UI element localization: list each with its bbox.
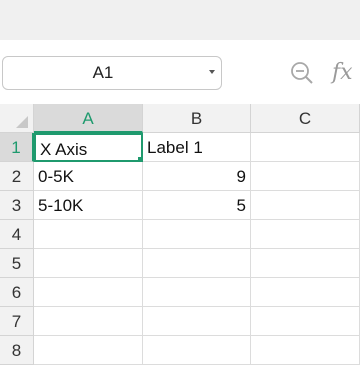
row-header-5[interactable]: 5: [0, 249, 34, 278]
cell-a3[interactable]: 5-10K: [34, 191, 143, 220]
select-all-icon: [16, 116, 28, 128]
row-header-3[interactable]: 3: [0, 191, 34, 220]
column-header-b[interactable]: B: [143, 104, 251, 133]
cell-c5[interactable]: [251, 249, 360, 278]
cell-b2[interactable]: 9: [143, 162, 251, 191]
cell-b6[interactable]: [143, 278, 251, 307]
name-box-value: A1: [92, 63, 114, 82]
cell-c1[interactable]: [251, 133, 360, 162]
cell-b3[interactable]: 5: [143, 191, 251, 220]
row-header-6[interactable]: 6: [0, 278, 34, 307]
select-all-corner[interactable]: [0, 104, 34, 133]
cell-value: 9: [236, 167, 246, 186]
zoom-icon[interactable]: [290, 61, 314, 85]
cell-value: 0-5K: [38, 167, 74, 186]
cell-c8[interactable]: [251, 336, 360, 365]
cell-a5[interactable]: [34, 249, 143, 278]
column-header-a[interactable]: A: [34, 104, 143, 133]
cell-a6[interactable]: [34, 278, 143, 307]
row-header-7[interactable]: 7: [0, 307, 34, 336]
ribbon-area: [0, 0, 360, 40]
cell-b1[interactable]: Label 1: [143, 133, 251, 162]
column-header-c[interactable]: C: [251, 104, 360, 133]
cell-b4[interactable]: [143, 220, 251, 249]
cell-value: Label 1: [147, 138, 203, 157]
name-box[interactable]: A1: [2, 56, 222, 90]
cell-a1[interactable]: X Axis: [34, 133, 143, 162]
formula-bar: A1 fx: [0, 40, 360, 104]
cell-value: 5-10K: [38, 196, 84, 215]
cell-a7[interactable]: [34, 307, 143, 336]
row-header-4[interactable]: 4: [0, 220, 34, 249]
cell-c4[interactable]: [251, 220, 360, 249]
cell-b7[interactable]: [143, 307, 251, 336]
cell-c7[interactable]: [251, 307, 360, 336]
cell-a2[interactable]: 0-5K: [34, 162, 143, 191]
row-header-8[interactable]: 8: [0, 336, 34, 365]
cell-a8[interactable]: [34, 336, 143, 365]
cell-value: X Axis: [40, 140, 88, 159]
cell-a4[interactable]: [34, 220, 143, 249]
cell-value: 5: [236, 196, 246, 215]
chevron-down-icon[interactable]: [209, 70, 215, 74]
cell-b5[interactable]: [143, 249, 251, 278]
cell-c6[interactable]: [251, 278, 360, 307]
row-header-2[interactable]: 2: [0, 162, 34, 191]
row-header-1[interactable]: 1: [0, 133, 34, 162]
cell-b8[interactable]: [143, 336, 251, 365]
cell-c3[interactable]: [251, 191, 360, 220]
cell-c2[interactable]: [251, 162, 360, 191]
fx-icon[interactable]: fx: [332, 58, 353, 88]
